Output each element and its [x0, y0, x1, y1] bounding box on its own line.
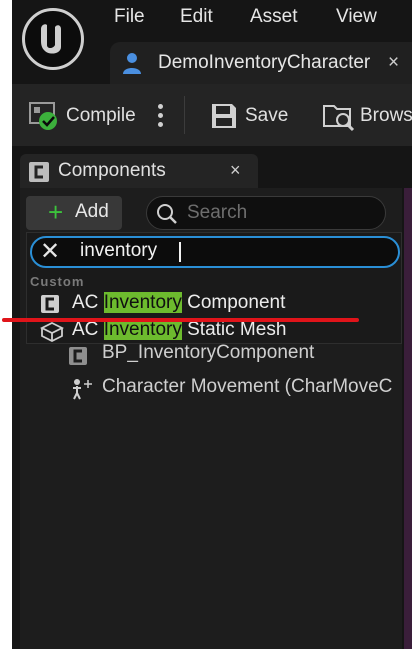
toolbar-divider	[184, 96, 185, 134]
dropdown-item-label: AC Inventory Component	[72, 292, 286, 313]
add-component-button[interactable]: + Add	[26, 196, 122, 230]
tab-demo-inventory-character[interactable]: DemoInventoryCharacter ×	[110, 42, 412, 84]
plus-icon: +	[48, 197, 64, 227]
menu-edit[interactable]: Edit	[180, 6, 213, 28]
dropdown-category-custom: Custom	[30, 274, 85, 289]
unreal-logo-icon[interactable]	[22, 8, 84, 70]
search-icon	[155, 202, 179, 231]
menu-asset[interactable]: Asset	[250, 6, 298, 28]
components-search-input[interactable]: Search	[146, 196, 386, 230]
viewport-edge	[404, 188, 412, 649]
tree-item-character-movement[interactable]: Character Movement (CharMoveC	[68, 376, 404, 402]
tree-item-label: Character Movement (CharMoveC	[102, 376, 393, 397]
character-movement-icon	[68, 378, 94, 402]
add-component-search-input[interactable]: ✕ inventory	[30, 236, 400, 268]
tree-item-label: BP_InventoryComponent	[102, 342, 315, 363]
tab-label: DemoInventoryCharacter	[158, 52, 371, 73]
compile-icon[interactable]	[28, 101, 62, 136]
dropdown-item-ac-inventory-component[interactable]: AC Inventory Component	[26, 290, 402, 316]
tab-close-button[interactable]: ×	[388, 52, 399, 74]
compile-options-icon[interactable]	[156, 102, 164, 128]
component-icon	[40, 294, 60, 319]
text-caret	[179, 242, 181, 262]
browse-button[interactable]: Brows	[360, 105, 412, 127]
components-panel-title: Components	[58, 160, 166, 181]
components-panel-close-button[interactable]: ×	[230, 160, 241, 181]
save-button[interactable]: Save	[245, 105, 288, 127]
component-icon	[68, 346, 88, 372]
components-panel-tab[interactable]: Components ×	[20, 154, 258, 188]
add-button-label: Add	[75, 201, 109, 222]
character-blueprint-icon	[120, 51, 144, 80]
browse-icon[interactable]	[322, 100, 356, 137]
add-component-search-value: inventory	[80, 240, 158, 261]
menu-file[interactable]: File	[114, 6, 145, 28]
save-icon[interactable]	[210, 102, 238, 135]
dropdown-item-label: AC Inventory Static Mesh	[72, 319, 287, 340]
menu-view[interactable]: View	[336, 6, 377, 28]
static-mesh-icon	[39, 321, 65, 348]
search-placeholder: Search	[187, 202, 248, 223]
red-annotation-underline	[2, 318, 359, 322]
blueprint-editor-window: File Edit Asset View DemoInventoryCharac…	[12, 0, 412, 649]
clear-search-icon[interactable]: ✕	[40, 239, 60, 265]
components-icon	[28, 161, 50, 188]
compile-button[interactable]: Compile	[66, 105, 136, 127]
toolbar: Compile Save Brows	[12, 84, 412, 146]
